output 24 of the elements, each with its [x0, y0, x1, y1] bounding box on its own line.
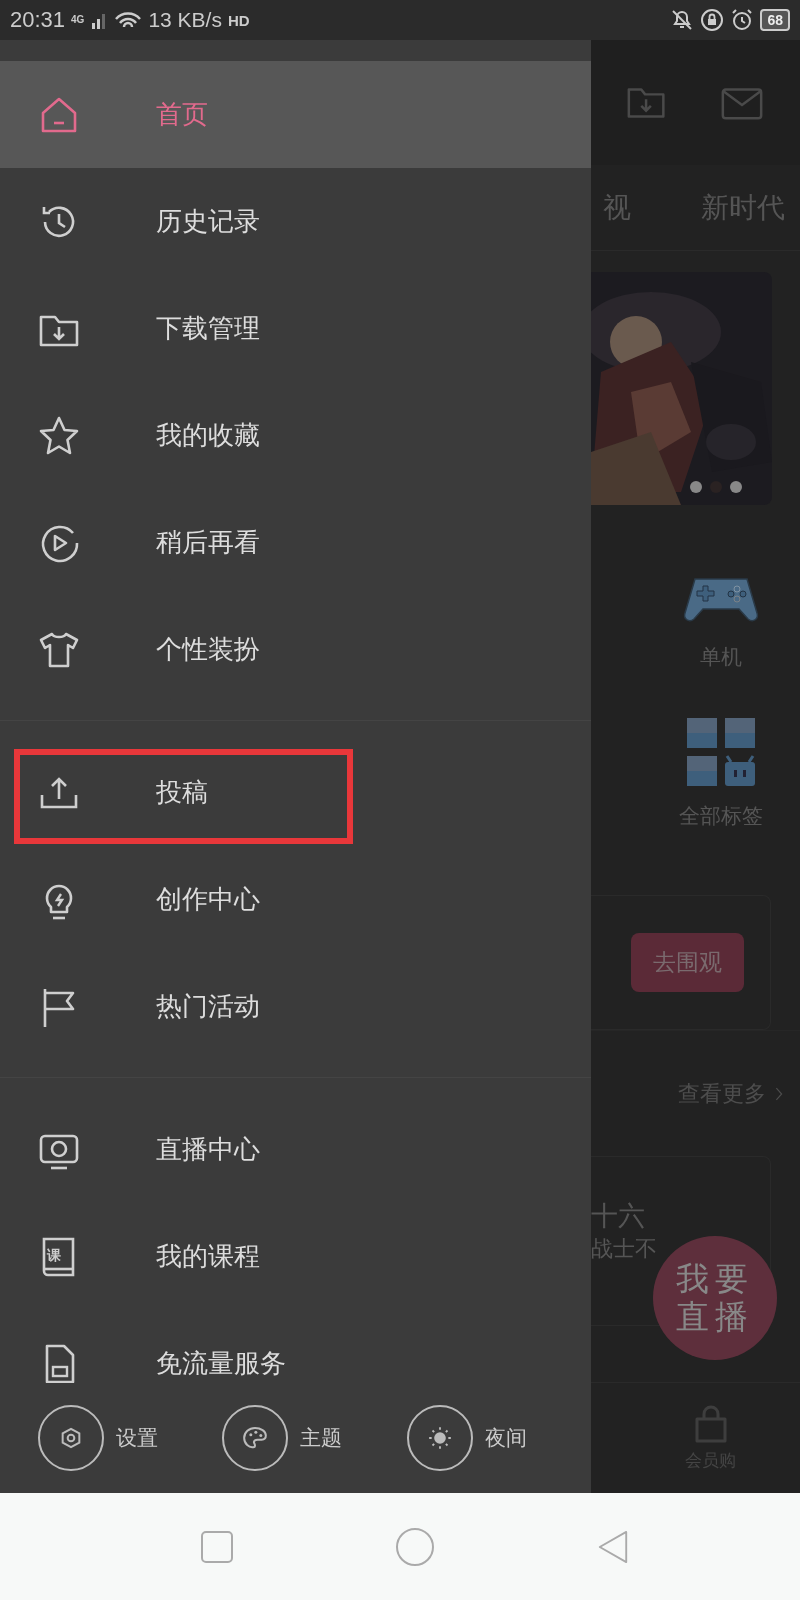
drawer-menu-item[interactable]: 下载管理 [0, 275, 591, 382]
drawer-menu-item[interactable]: 个性装扮 [0, 596, 591, 703]
tag-grid-icon [687, 718, 755, 786]
circle-home-icon [395, 1526, 435, 1567]
drawer-menu-item[interactable]: 热门活动 [0, 953, 591, 1060]
drawer-menu-item[interactable]: 免流量服务 [0, 1310, 591, 1383]
drawer-menu-item[interactable]: 课 我的课程 [0, 1203, 591, 1310]
drawer-menu-item[interactable]: 投稿 [0, 739, 591, 846]
rotation-lock-icon [700, 8, 725, 32]
square-recents-icon [200, 1529, 235, 1564]
network-type: 4G [71, 15, 85, 25]
course-glyph: 课 [47, 1246, 61, 1263]
drawer-menu-item[interactable]: 我的收藏 [0, 382, 591, 489]
drawer-menu-item[interactable]: 历史记录 [0, 168, 591, 275]
clock-time: 20:31 [10, 7, 66, 33]
hd-call-label: HD [227, 11, 250, 29]
drawer-menu-item[interactable]: 直播中心 [0, 1096, 591, 1203]
drawer-menu-item[interactable]: 创作中心 [0, 846, 591, 953]
network-speed: 13 KB/s [148, 8, 222, 32]
drawer-action-button[interactable]: 主题 [222, 1405, 407, 1471]
drawer-action-button[interactable]: 夜间 [406, 1405, 591, 1471]
drawer-action-button[interactable]: 设置 [38, 1405, 223, 1471]
battery-level: 68 [760, 9, 790, 31]
drawer-menu-item[interactable]: 稍后再看 [0, 489, 591, 596]
